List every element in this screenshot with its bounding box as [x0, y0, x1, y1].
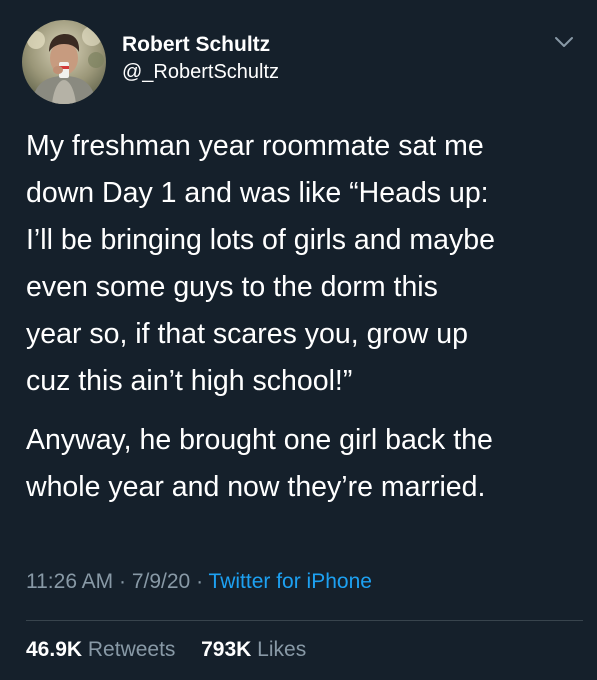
- tweet-time[interactable]: 11:26 AM: [26, 570, 113, 593]
- retweets-stat[interactable]: 46.9K Retweets: [26, 638, 181, 661]
- retweets-count: 46.9K: [26, 638, 83, 661]
- chevron-down-icon[interactable]: [553, 34, 575, 50]
- tweet-date[interactable]: 7/9/20: [132, 570, 190, 593]
- tweet-text: My freshman year roommate sat me down Da…: [26, 123, 586, 511]
- retweets-label: Retweets: [87, 638, 176, 661]
- avatar[interactable]: [22, 20, 106, 104]
- likes-label: Likes: [257, 638, 307, 661]
- divider: [26, 620, 583, 621]
- meta-separator: ·: [190, 570, 209, 593]
- avatar-photo: [22, 20, 106, 104]
- meta-separator: ·: [113, 570, 132, 593]
- tweet-paragraph-1: My freshman year roommate sat me down Da…: [26, 130, 495, 397]
- likes-count: 793K: [201, 638, 252, 661]
- likes-stat[interactable]: 793K Likes: [195, 638, 306, 661]
- tweet-stats: 46.9K Retweets 793K Likes: [26, 638, 306, 662]
- author-handle[interactable]: @_RobertSchultz: [122, 61, 279, 84]
- tweet-source-link[interactable]: Twitter for iPhone: [209, 570, 372, 593]
- author-name[interactable]: Robert Schultz: [122, 33, 270, 57]
- tweet-meta: 11:26 AM · 7/9/20 · Twitter for iPhone: [26, 570, 372, 594]
- tweet-card: Robert Schultz @_RobertSchultz My freshm…: [0, 0, 597, 680]
- tweet-paragraph-2: Anyway, he brought one girl back the who…: [26, 424, 493, 503]
